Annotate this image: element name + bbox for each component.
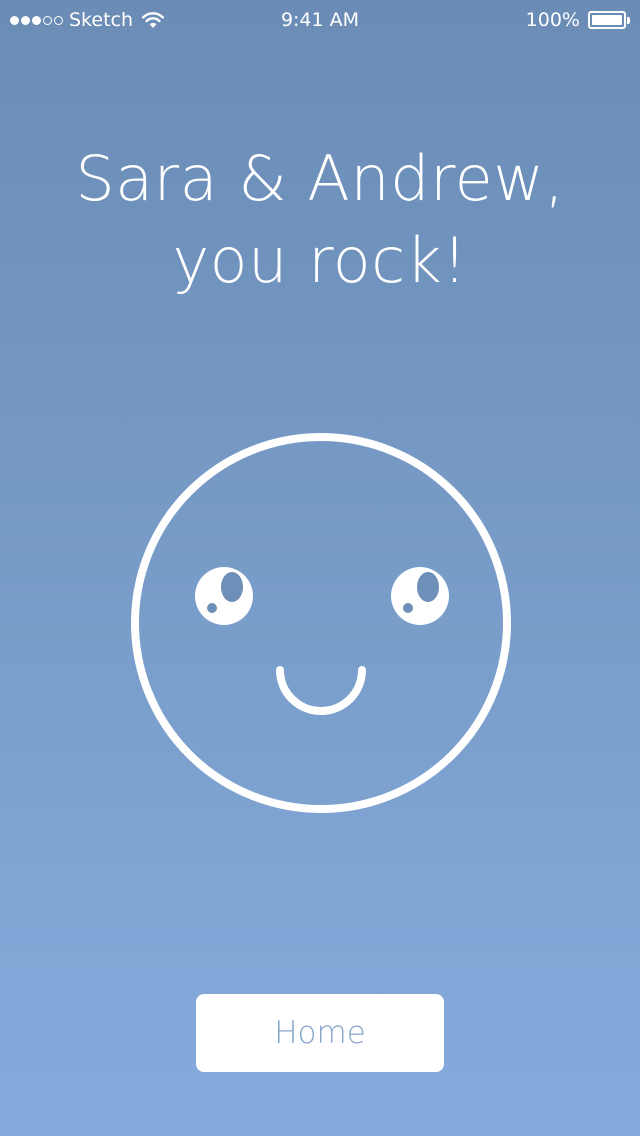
smiley-face-icon [131, 433, 511, 813]
status-bar: Sketch 9:41 AM 100% [0, 0, 640, 40]
battery-fill [592, 15, 622, 25]
face-outline [131, 433, 511, 813]
title-line-1: Sara & Andrew, [75, 142, 565, 215]
battery-percentage: 100% [525, 9, 580, 31]
page-title: Sara & Andrew, you rock! [0, 138, 640, 302]
left-eye [195, 567, 253, 625]
battery-icon [588, 11, 626, 29]
title-line-2: you rock! [172, 224, 468, 297]
battery-tip [627, 16, 630, 24]
right-eye [391, 567, 449, 625]
status-right: 100% [526, 9, 630, 31]
smile-mouth [276, 666, 366, 715]
home-button[interactable]: Home [196, 994, 444, 1072]
